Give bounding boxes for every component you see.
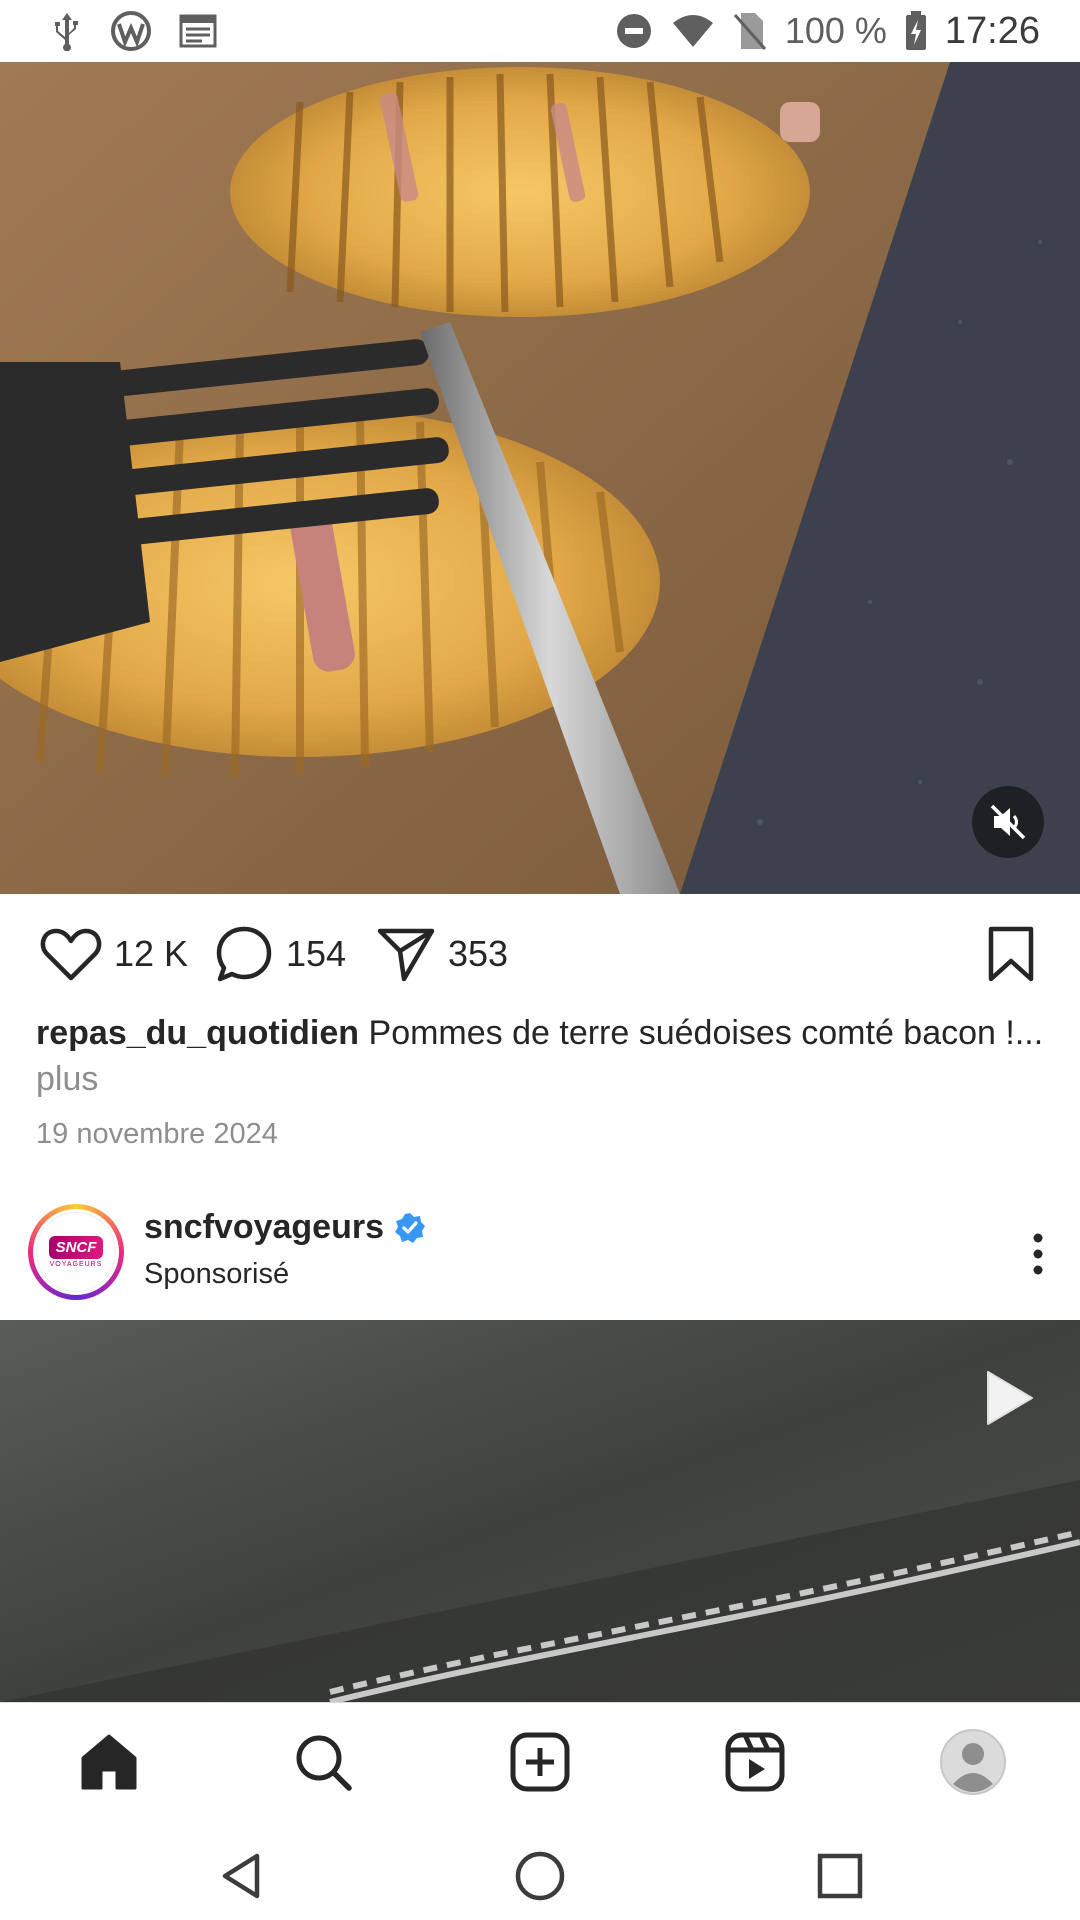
more-vertical-icon	[1033, 1233, 1043, 1275]
comment-bubble-icon	[216, 926, 272, 982]
home-icon	[81, 1734, 137, 1790]
post-actions: 12 K 154 353	[0, 894, 1080, 1014]
home-system-button[interactable]	[510, 1846, 570, 1906]
nav-profile[interactable]	[938, 1727, 1008, 1797]
comment-count: 154	[286, 933, 347, 974]
more-options-button[interactable]	[1032, 1232, 1044, 1281]
sncf-logo: SNCF VOYAGEURS	[36, 1212, 116, 1292]
reels-icon	[725, 1732, 785, 1792]
mute-toggle-button[interactable]	[972, 786, 1044, 858]
verified-badge-icon	[395, 1212, 425, 1243]
share-count: 353	[448, 933, 509, 974]
post-date: 19 novembre 2024	[36, 1118, 278, 1150]
sponsored-video[interactable]	[0, 1320, 1080, 1702]
save-button[interactable]	[986, 925, 1036, 983]
comment-button[interactable]: 154	[214, 924, 346, 984]
caption-text: Pommes de terre suédoises comté bacon !.…	[368, 1014, 1044, 1052]
search-icon	[296, 1735, 352, 1791]
sponsored-label: Sponsorisé	[144, 1258, 290, 1290]
caption-more-link[interactable]: plus	[36, 1056, 1046, 1102]
status-bar: 100 % 17:26	[0, 0, 1080, 62]
no-sim-icon	[733, 11, 767, 51]
avatar[interactable]: SNCF VOYAGEURS	[28, 1204, 124, 1300]
speaker-muted-icon	[990, 804, 1026, 840]
play-button[interactable]	[984, 1368, 1036, 1433]
like-button[interactable]: 12 K	[40, 926, 188, 982]
nav-reels[interactable]	[720, 1727, 790, 1797]
back-button[interactable]	[212, 1846, 272, 1906]
post-header: SNCF VOYAGEURS sncfvoyageurs Sponsorisé	[0, 1196, 1080, 1320]
heart-icon	[40, 928, 102, 981]
paper-plane-icon	[377, 928, 435, 982]
play-icon	[987, 1371, 1033, 1425]
bookmark-icon	[988, 926, 1034, 982]
food-video-frame	[0, 62, 1080, 894]
nav-home[interactable]	[74, 1727, 144, 1797]
wifi-icon	[671, 13, 715, 49]
back-triangle-icon	[222, 1853, 260, 1899]
battery-percent: 100 %	[784, 10, 887, 51]
plus-square-icon	[510, 1732, 570, 1792]
nav-create[interactable]	[505, 1727, 575, 1797]
wordpress-icon	[110, 10, 152, 52]
recents-square-icon	[817, 1853, 863, 1899]
news-icon	[178, 13, 218, 49]
battery-charging-icon	[905, 11, 927, 51]
system-navigation	[0, 1820, 1080, 1920]
usb-icon	[50, 11, 84, 51]
post-video[interactable]	[0, 62, 1080, 894]
post-caption: repas_du_quotidien Pommes de terre suédo…	[36, 1010, 1046, 1102]
caption-username[interactable]: repas_du_quotidien	[36, 1014, 359, 1052]
nav-search[interactable]	[288, 1727, 358, 1797]
share-button[interactable]: 353	[376, 925, 508, 983]
home-circle-icon	[515, 1851, 565, 1901]
do-not-disturb-icon	[615, 12, 653, 50]
clock: 17:26	[944, 9, 1040, 52]
bottom-navigation	[0, 1702, 1080, 1821]
zipper-video-frame	[0, 1320, 1080, 1702]
post-username[interactable]: sncfvoyageurs	[144, 1208, 426, 1247]
profile-avatar-icon	[940, 1729, 1006, 1795]
like-count: 12 K	[114, 933, 189, 974]
recents-button[interactable]	[810, 1846, 870, 1906]
